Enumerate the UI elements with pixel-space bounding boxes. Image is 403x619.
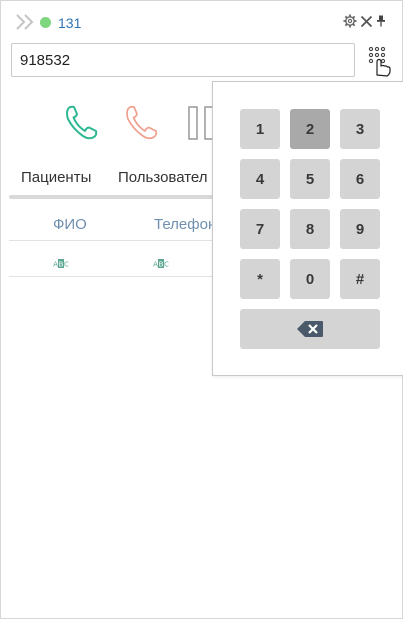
dialpad-toggle-icon[interactable] — [365, 45, 395, 77]
softphone-window: 131 918532 Пациенты Пользовател ФИО Теле… — [0, 0, 403, 619]
header: 131 — [1, 1, 402, 41]
status-indicator — [40, 17, 51, 28]
dialpad-key-5[interactable]: 5 — [290, 159, 330, 199]
column-header-name[interactable]: ФИО — [53, 216, 87, 233]
dialpad-key-hash[interactable]: # — [340, 259, 380, 299]
text-filter-icon[interactable]: ABC — [153, 255, 169, 273]
svg-text:B: B — [59, 261, 64, 269]
call-button-phone-icon[interactable] — [63, 101, 103, 145]
svg-text:C: C — [64, 261, 69, 269]
dialpad-key-3[interactable]: 3 — [340, 109, 380, 149]
extension-number: 131 — [58, 15, 82, 31]
dialpad-key-9[interactable]: 9 — [340, 209, 380, 249]
dialpad-key-6[interactable]: 6 — [340, 159, 380, 199]
svg-text:B: B — [159, 261, 164, 269]
svg-text:A: A — [153, 261, 158, 269]
dialpad-key-4[interactable]: 4 — [240, 159, 280, 199]
double-chevron-right-icon[interactable] — [15, 12, 37, 32]
pin-icon[interactable] — [376, 15, 386, 27]
text-filter-icon[interactable]: ABC — [53, 255, 69, 273]
dialpad-key-1[interactable]: 1 — [240, 109, 280, 149]
svg-text:A: A — [53, 261, 58, 269]
dialpad-key-7[interactable]: 7 — [240, 209, 280, 249]
tab-users[interactable]: Пользовател — [118, 169, 208, 186]
backspace-icon — [297, 321, 323, 337]
dialpad-key-0[interactable]: 0 — [290, 259, 330, 299]
dialpad-key-star[interactable]: * — [240, 259, 280, 299]
backspace-button[interactable] — [240, 309, 380, 349]
close-icon[interactable] — [360, 15, 373, 28]
dialpad-key-2[interactable]: 2 — [290, 109, 330, 149]
header-actions — [343, 14, 386, 28]
tab-patients[interactable]: Пациенты — [21, 169, 91, 186]
gear-icon[interactable] — [343, 14, 357, 28]
phone-number-input[interactable] — [11, 43, 355, 77]
column-header-phone[interactable]: Телефон — [154, 216, 216, 233]
dialpad-popup: 1 2 3 4 5 6 7 8 9 * 0 # — [212, 81, 403, 376]
hangup-button-phone-icon[interactable] — [123, 101, 163, 145]
svg-text:C: C — [164, 261, 169, 269]
dialpad-key-8[interactable]: 8 — [290, 209, 330, 249]
